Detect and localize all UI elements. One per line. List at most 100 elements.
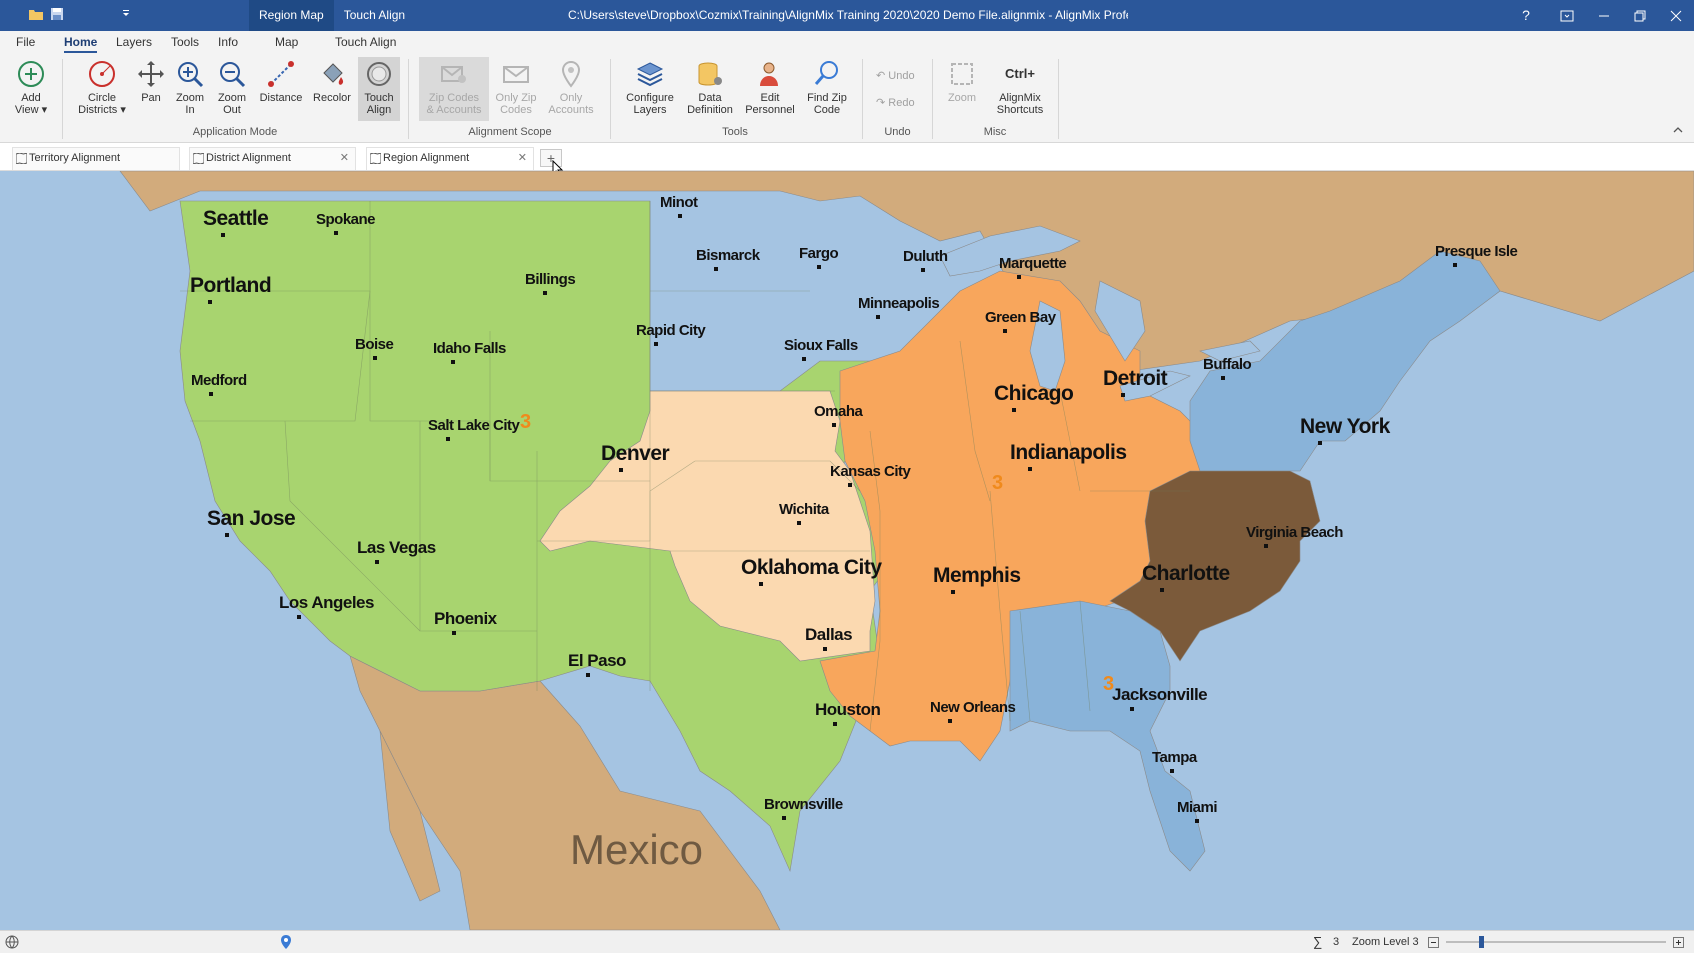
zip-codes-accounts-button[interactable]: Zip Codes & Accounts <box>419 57 489 121</box>
city-marker[interactable] <box>823 647 827 651</box>
city-marker[interactable] <box>714 267 718 271</box>
city-marker[interactable] <box>802 357 806 361</box>
tab-layers[interactable]: Layers <box>116 35 152 53</box>
tab-file[interactable]: File <box>16 35 35 53</box>
map-pin-icon[interactable] <box>280 934 292 950</box>
city-marker[interactable] <box>759 582 763 586</box>
city-marker[interactable] <box>451 360 455 364</box>
ribbon-separator <box>1058 59 1059 139</box>
zoom-in-button[interactable]: Zoom In <box>171 57 209 121</box>
ctx-tab-touch-align[interactable]: Touch Align <box>334 0 415 31</box>
pan-button[interactable]: Pan <box>135 57 167 121</box>
zoom-out-icon <box>220 62 246 88</box>
add-view-button[interactable]: Add View ▾ <box>8 57 54 121</box>
city-marker[interactable] <box>782 816 786 820</box>
circle-districts-button[interactable]: Circle Districts ▾ <box>76 57 128 121</box>
city-label-idaho-falls: Idaho Falls <box>433 340 506 357</box>
close-window-icon[interactable] <box>1658 0 1694 31</box>
tab-touch-align[interactable]: Touch Align <box>335 35 396 53</box>
redo-button[interactable]: ↷ Redo <box>876 96 915 109</box>
touch-align-button[interactable]: Touch Align <box>358 57 400 121</box>
ctx-tab-region-map[interactable]: Region Map <box>249 0 334 31</box>
close-tab-icon[interactable]: ✕ <box>340 148 349 169</box>
only-accounts-button[interactable]: Only Accounts <box>546 57 596 121</box>
zoom-out-small-icon[interactable] <box>1428 937 1439 948</box>
recolor-button[interactable]: Recolor <box>310 57 354 121</box>
city-marker[interactable] <box>1130 707 1134 711</box>
find-zip-code-button[interactable]: Find Zip Code <box>802 57 852 121</box>
city-marker[interactable] <box>543 291 547 295</box>
city-marker[interactable] <box>817 265 821 269</box>
undo-button[interactable]: ↶ Undo <box>876 69 915 82</box>
tab-region-alignment[interactable]: Region Alignment ✕ <box>366 147 534 170</box>
city-marker[interactable] <box>1264 544 1268 548</box>
zoom-extent-button[interactable]: Zoom <box>942 57 982 121</box>
city-marker[interactable] <box>1028 467 1032 471</box>
city-marker[interactable] <box>1318 441 1322 445</box>
city-marker[interactable] <box>832 423 836 427</box>
open-folder-icon[interactable] <box>28 6 44 22</box>
edit-personnel-button[interactable]: Edit Personnel <box>744 57 796 121</box>
collapse-ribbon-icon[interactable] <box>1673 126 1683 134</box>
configure-layers-button[interactable]: Configure Layers <box>624 57 676 121</box>
tab-info[interactable]: Info <box>218 35 238 53</box>
map-canvas[interactable]: Minot Seattle Spokane Bismarck Fargo Duluth Ma… <box>0 171 1694 930</box>
city-marker[interactable] <box>1121 393 1125 397</box>
city-marker[interactable] <box>1017 275 1021 279</box>
map-icon <box>16 153 27 164</box>
zoom-out-button[interactable]: Zoom Out <box>213 57 251 121</box>
city-marker[interactable] <box>1003 329 1007 333</box>
globe-icon[interactable] <box>5 935 19 949</box>
city-marker[interactable] <box>375 560 379 564</box>
close-tab-icon[interactable]: ✕ <box>518 148 527 169</box>
tab-district-alignment[interactable]: District Alignment ✕ <box>189 147 356 170</box>
city-marker[interactable] <box>334 231 338 235</box>
city-marker[interactable] <box>833 722 837 726</box>
distance-button[interactable]: Distance <box>256 57 306 121</box>
city-marker[interactable] <box>225 533 229 537</box>
city-label-kansas-city: Kansas City <box>830 463 911 480</box>
city-marker[interactable] <box>209 392 213 396</box>
city-marker[interactable] <box>221 233 225 237</box>
city-marker[interactable] <box>654 342 658 346</box>
document-tabs: Territory Alignment District Alignment ✕… <box>0 144 1694 171</box>
city-marker[interactable] <box>297 615 301 619</box>
city-marker[interactable] <box>921 268 925 272</box>
save-icon[interactable] <box>49 6 65 22</box>
city-marker[interactable] <box>951 590 955 594</box>
tab-territory-alignment[interactable]: Territory Alignment <box>12 147 180 170</box>
city-marker[interactable] <box>1160 588 1164 592</box>
zoom-in-small-icon[interactable] <box>1673 937 1684 948</box>
restore-icon[interactable] <box>1622 0 1658 31</box>
minimize-icon[interactable] <box>1586 0 1622 31</box>
city-marker[interactable] <box>797 521 801 525</box>
ribbon-display-icon[interactable] <box>1549 0 1585 31</box>
tab-map[interactable]: Map <box>275 35 298 53</box>
city-marker[interactable] <box>948 719 952 723</box>
customize-quick-access-icon[interactable] <box>118 6 134 22</box>
tab-home[interactable]: Home <box>64 35 98 53</box>
city-marker[interactable] <box>1453 263 1457 267</box>
city-marker[interactable] <box>876 315 880 319</box>
group-undo: Undo <box>884 126 911 138</box>
ribbon-separator <box>932 59 933 139</box>
city-marker[interactable] <box>586 673 590 677</box>
city-marker[interactable] <box>848 483 852 487</box>
city-marker[interactable] <box>452 631 456 635</box>
city-marker[interactable] <box>1221 376 1225 380</box>
city-marker[interactable] <box>1170 769 1174 773</box>
help-button[interactable]: ? <box>1508 0 1544 31</box>
city-marker[interactable] <box>373 356 377 360</box>
city-marker[interactable] <box>678 214 682 218</box>
data-definition-button[interactable]: Data Definition <box>684 57 736 121</box>
city-marker[interactable] <box>208 300 212 304</box>
city-marker[interactable] <box>1012 408 1016 412</box>
city-marker[interactable] <box>619 468 623 472</box>
tab-tools[interactable]: Tools <box>171 35 199 53</box>
alignmix-shortcuts-button[interactable]: Ctrl+ AlignMix Shortcuts <box>994 57 1046 121</box>
city-marker[interactable] <box>1195 819 1199 823</box>
city-marker[interactable] <box>446 437 450 441</box>
ribbon-tab-bar: File Home Layers Tools Info Map Touch Al… <box>0 31 1694 55</box>
only-zip-codes-button[interactable]: Only Zip Codes <box>493 57 539 121</box>
zoom-slider-thumb[interactable] <box>1479 936 1484 948</box>
